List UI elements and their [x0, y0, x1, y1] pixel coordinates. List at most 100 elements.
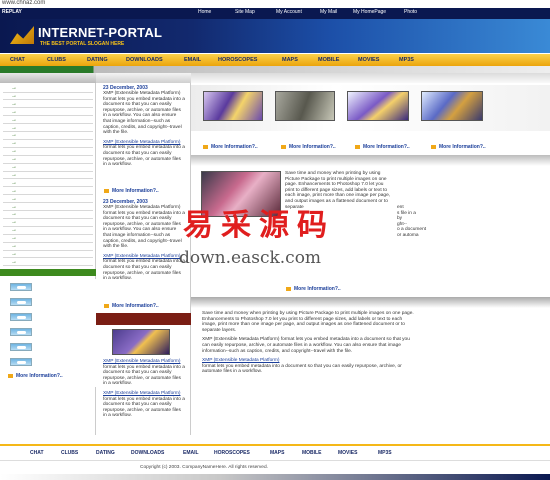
topnav-home[interactable]: Home [198, 9, 211, 15]
menu-maps[interactable]: MAPS [282, 57, 298, 63]
more-icon [355, 144, 360, 149]
column-more-1[interactable]: More Information?.. [104, 188, 159, 194]
more-icon [286, 286, 291, 291]
footer-horoscopes[interactable]: HOROSCOPES [214, 450, 250, 456]
thumb-image-4[interactable] [10, 328, 32, 336]
topnav-sitemap[interactable]: Site Map [235, 9, 255, 15]
news-text-2: XMP (Extensible Metadata Platform) forma… [103, 205, 185, 250]
feature-right-text: ent s file in a by ght-- o a document or… [397, 205, 441, 239]
arrow-icon: → [11, 250, 17, 257]
feature-right-line-7: or automa [397, 232, 419, 238]
topnav-account[interactable]: My Account [276, 9, 302, 15]
watermark-url: down.easck.com [179, 248, 322, 268]
thumb-image-1[interactable] [10, 283, 32, 291]
arrow-icon: → [11, 148, 17, 155]
arrow-icon: → [11, 140, 17, 147]
arrow-icon: → [11, 116, 17, 123]
topnav-mail[interactable]: My Mail [320, 9, 337, 15]
thumb-image-6[interactable] [10, 358, 32, 366]
arrow-icon: → [11, 108, 17, 115]
menu-email[interactable]: EMAIL [184, 57, 201, 63]
more-icon [203, 144, 208, 149]
gallery-image-3[interactable] [347, 91, 409, 121]
logo-slogan: THE BEST PORTAL SLOGAN HERE [40, 41, 125, 47]
logo-title[interactable]: INTERNET-PORTAL [38, 25, 162, 40]
news-block-1: 23 December, 2003 XMP (Extensible Metada… [103, 85, 185, 168]
more-icon [431, 144, 436, 149]
gallery-image-2[interactable] [275, 91, 335, 121]
news-block-3: XMP (Extensible Metadata Platform) forma… [103, 359, 185, 419]
news-link-3[interactable]: XMP (Extensible Metadata Platform) [103, 359, 185, 365]
thumb-image-3[interactable] [10, 313, 32, 321]
thumb-image-2[interactable] [10, 298, 32, 306]
arrow-icon: → [11, 124, 17, 131]
gallery-more-4[interactable]: More Information?.. [431, 144, 486, 150]
footer-dating[interactable]: DATING [96, 450, 115, 456]
feature-more[interactable]: More Information?.. [286, 286, 341, 292]
more-icon [104, 188, 109, 193]
footer-mobile[interactable]: MOBILE [302, 450, 321, 456]
menu-downloads[interactable]: DOWNLOADS [126, 57, 163, 63]
news-link-4[interactable]: XMP (Extensible Metadata Platform) [103, 391, 185, 397]
arrow-icon: → [11, 132, 17, 139]
gallery-image-4[interactable] [421, 91, 483, 121]
menu-movies[interactable]: MOVIES [358, 57, 379, 63]
footer-copyright: Copyright (c) 2003. CompanyNameHere. All… [140, 465, 268, 470]
menu-chat[interactable]: CHAT [10, 57, 25, 63]
footer-bottom-bar [0, 474, 550, 480]
arrow-icon: → [11, 203, 17, 210]
top-url-text: www.chnaz.com [2, 0, 46, 6]
sidebar-thumbs-panel [0, 279, 96, 387]
topnav-photo[interactable]: Photo [404, 9, 417, 15]
sidebar-more-label: More Information?.. [16, 373, 63, 379]
footer-nav: CHAT CLUBS DATING DOWNLOADS EMAIL HOROSC… [0, 448, 550, 458]
footer-email[interactable]: EMAIL [183, 450, 199, 456]
news-text-3: format lets you embed metadata into a do… [103, 364, 185, 387]
arrow-icon: → [11, 92, 17, 99]
logo-icon [10, 26, 34, 44]
arrow-icon: → [11, 235, 17, 242]
column-image[interactable] [112, 329, 170, 355]
arrow-icon: → [11, 211, 17, 218]
menu-shadow [0, 66, 550, 73]
arrow-icon: → [11, 179, 17, 186]
news-text-4: format lets you embed metadata into a do… [103, 396, 185, 419]
gallery-more-3[interactable]: More Information?.. [355, 144, 410, 150]
menu-mp3s[interactable]: MP3S [399, 57, 414, 63]
arrow-icon: → [11, 243, 17, 249]
main-menu: CHAT CLUBS DATING DOWNLOADS EMAIL HOROSC… [0, 54, 550, 66]
footer-maps[interactable]: MAPS [270, 450, 284, 456]
more-icon [104, 303, 109, 308]
topnav-homepage[interactable]: My HomePage [353, 9, 386, 15]
more-icon [8, 373, 13, 378]
footer-downloads[interactable]: DOWNLOADS [131, 450, 164, 456]
thumb-image-5[interactable] [10, 343, 32, 351]
more-icon [281, 144, 286, 149]
sidebar-green-bar [0, 269, 96, 276]
footer-clubs[interactable]: CLUBS [61, 450, 78, 456]
gallery-image-1[interactable] [203, 91, 263, 121]
sidebar-more-link[interactable]: More Information?.. [8, 373, 63, 379]
column-more-2[interactable]: More Information?.. [104, 303, 159, 309]
footer-chat[interactable]: CHAT [30, 450, 44, 456]
bottom-text-3: format lets you embed metadata into a do… [202, 363, 402, 375]
gallery-more-2[interactable]: More Information?.. [281, 144, 336, 150]
menu-mobile[interactable]: MOBILE [318, 57, 339, 63]
menu-dating[interactable]: DATING [87, 57, 108, 63]
footer-rule [0, 460, 550, 461]
menu-horoscopes[interactable]: HOROSCOPES [218, 57, 257, 63]
logo-banner: INTERNET-PORTAL THE BEST PORTAL SLOGAN H… [0, 19, 550, 53]
arrow-icon: → [11, 219, 17, 226]
gallery-more-1[interactable]: More Information?.. [203, 144, 258, 150]
news-text-1: XMP (Extensible Metadata Platform) forma… [103, 91, 185, 136]
footer-movies[interactable]: MOVIES [338, 450, 357, 456]
footer-mp3s[interactable]: MP3S [378, 450, 392, 456]
arrow-icon: → [11, 100, 17, 107]
replay-label: REPLAY [2, 9, 22, 15]
sidebar-top-bar [0, 73, 96, 83]
menu-clubs[interactable]: CLUBS [47, 57, 66, 63]
gallery-more-label-2: More Information?.. [289, 144, 336, 150]
top-nav-bar: REPLAY Home Site Map My Account My Mail … [0, 8, 550, 19]
arrow-icon: → [11, 156, 17, 163]
section-divider-2 [191, 297, 550, 308]
